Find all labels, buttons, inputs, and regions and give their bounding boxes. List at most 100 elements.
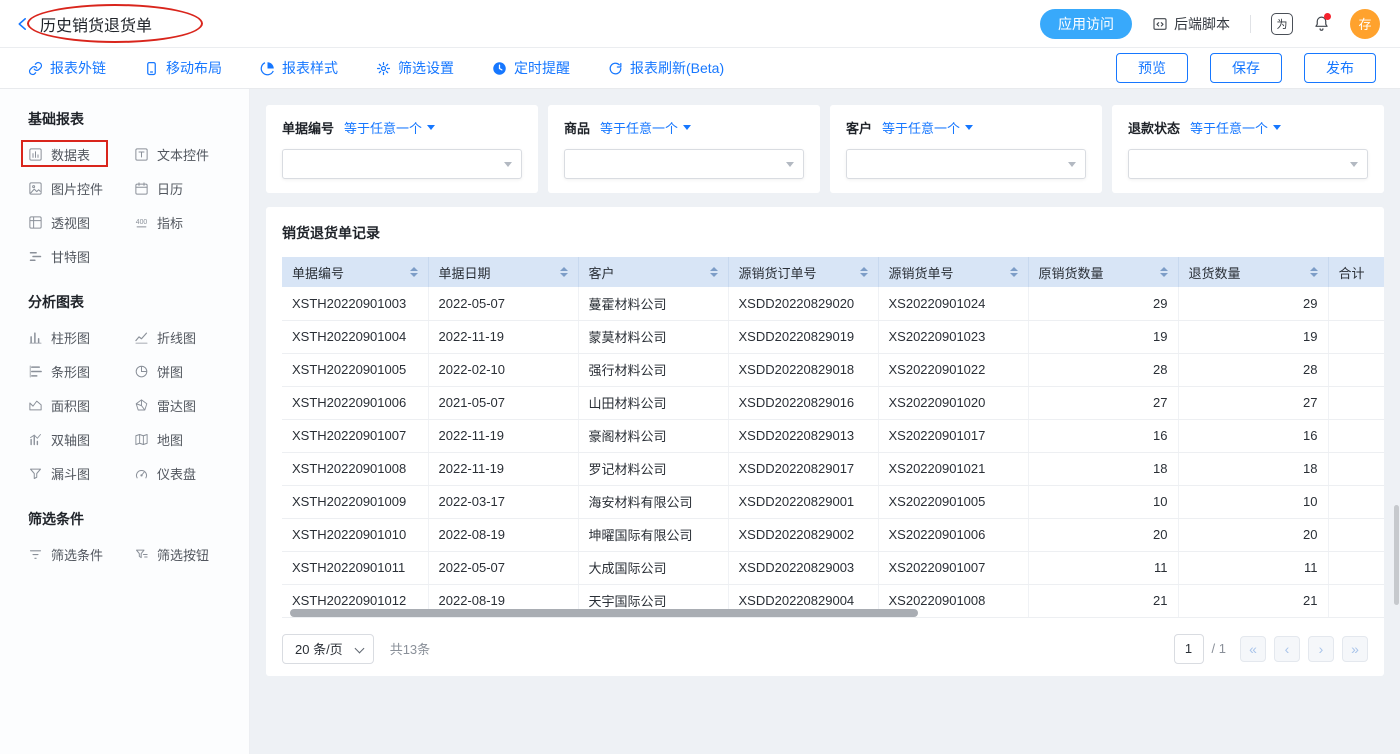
sidebar-item-label: 饼图 [157,362,183,381]
sidebar-item-data-table[interactable]: 数据表 [28,145,134,164]
table-cell: XSTH20220901009 [282,485,428,518]
sidebar-item-map[interactable]: 地图 [134,430,240,449]
sidebar-item-gantt[interactable]: 甘特图 [28,247,134,266]
table-cell: 18 [1028,452,1178,485]
sidebar-item-calendar[interactable]: 日历 [134,179,240,198]
filter-field-label: 单据编号 [282,118,334,137]
table-row[interactable]: XSTH202209010032022-05-07蔓霍材料公司XSDD20220… [282,287,1384,320]
chevron-left-icon [14,15,32,33]
sort-icon[interactable] [710,267,718,277]
sidebar-item-text-widget[interactable]: 文本控件 [134,145,240,164]
table-row[interactable]: XSTH202209010072022-11-19豪阁材料公司XSDD20220… [282,419,1384,452]
column-header-4[interactable]: 源销货单号 [878,257,1028,287]
script-icon [1152,16,1168,32]
table-cell: 19 [1028,320,1178,353]
filter-value-select[interactable] [282,149,522,179]
toolbar-item-mobile-layout[interactable]: 移动布局 [144,58,222,78]
prev-page-button[interactable]: ‹ [1274,636,1300,662]
sort-icon[interactable] [1010,267,1018,277]
sidebar-item-gauge[interactable]: 仪表盘 [134,464,240,483]
filter-value-select[interactable] [564,149,804,179]
table-row[interactable]: XSTH202209010112022-05-07大成国际公司XSDD20220… [282,551,1384,584]
back-button[interactable] [14,15,32,33]
table-row[interactable]: XSTH202209010062021-05-07山田材料公司XSDD20220… [282,386,1384,419]
column-header-7[interactable]: 合计 [1328,257,1384,287]
toolbar-item-scheduled-reminder[interactable]: 定时提醒 [492,58,570,78]
toolbar-item-report-refresh[interactable]: 报表刷新(Beta) [608,58,724,78]
sidebar-item-funnel-chart[interactable]: 漏斗图 [28,464,134,483]
filter-operator[interactable]: 等于任意一个 [600,118,691,137]
save-button[interactable]: 保存 [1210,53,1282,83]
toolbar-item-filter-settings[interactable]: 筛选设置 [376,58,454,78]
table-row[interactable]: XSTH202209010102022-08-19坤曜国际有限公司XSDD202… [282,518,1384,551]
sort-icon[interactable] [410,267,418,277]
column-header-5[interactable]: 原销货数量 [1028,257,1178,287]
sidebar-item-dual-axis-chart[interactable]: 双轴图 [28,430,134,449]
toolbar-item-report-style[interactable]: 报表样式 [260,58,338,78]
page-size-select[interactable]: 20 条/页 [282,634,374,664]
sidebar-item-label: 面积图 [51,396,90,415]
column-header-3[interactable]: 源销货订单号 [728,257,878,287]
table-row[interactable]: XSTH202209010052022-02-10强行材料公司XSDD20220… [282,353,1384,386]
sidebar-item-bar-chart[interactable]: 条形图 [28,362,134,381]
table-cell [1328,353,1384,386]
sort-icon[interactable] [1310,267,1318,277]
sort-icon[interactable] [860,267,868,277]
next-page-button[interactable]: › [1308,636,1334,662]
filter-value-select[interactable] [846,149,1086,179]
table-row[interactable]: XSTH202209010082022-11-19罗记材料公司XSDD20220… [282,452,1384,485]
backend-script-button[interactable]: 后端脚本 [1152,14,1230,34]
sidebar-item-pivot-table[interactable]: 透视图 [28,213,134,232]
last-page-button[interactable]: » [1342,636,1368,662]
table-cell: 20 [1178,518,1328,551]
filter-operator[interactable]: 等于任意一个 [882,118,973,137]
filter-operator[interactable]: 等于任意一个 [1190,118,1281,137]
preview-button[interactable]: 预览 [1116,53,1188,83]
toolbar-item-label: 报表样式 [282,58,338,78]
sidebar-item-column-chart[interactable]: 柱形图 [28,328,134,347]
sidebar-item-indicator[interactable]: 400 指标 [134,213,240,232]
filter-operator[interactable]: 等于任意一个 [344,118,435,137]
table-row[interactable]: XSTH202209010092022-03-17海安材料有限公司XSDD202… [282,485,1384,518]
publish-button[interactable]: 发布 [1304,53,1376,83]
sidebar-item-area-chart[interactable]: 面积图 [28,396,134,415]
avatar[interactable]: 存 [1350,9,1380,39]
column-header-6[interactable]: 退货数量 [1178,257,1328,287]
sidebar-item-radar-chart[interactable]: 雷达图 [134,396,240,415]
column-header-1[interactable]: 单据日期 [428,257,578,287]
sort-icon[interactable] [560,267,568,277]
sidebar-item-line-chart[interactable]: 折线图 [134,328,240,347]
current-page-box[interactable]: 1 [1174,634,1204,664]
table-cell: 2022-05-07 [428,287,578,320]
horizontal-scrollbar[interactable] [290,609,918,617]
first-page-button[interactable]: « [1240,636,1266,662]
sort-icon[interactable] [1160,267,1168,277]
notification-bell-button[interactable] [1313,15,1330,32]
filter-card-refund-status: 退款状态 等于任意一个 [1112,105,1384,193]
column-header-2[interactable]: 客户 [578,257,728,287]
table-cell: 29 [1178,287,1328,320]
toolbar-item-external-link[interactable]: 报表外链 [28,58,106,78]
pagination-controls: « ‹ › » [1240,636,1368,662]
data-table: 单据编号单据日期客户源销货订单号源销货单号原销货数量退货数量合计 XSTH202… [282,257,1384,618]
column-header-0[interactable]: 单据编号 [282,257,428,287]
sidebar-item-filter-button[interactable]: 筛选按钮 [134,545,240,564]
filter-value-select[interactable] [1128,149,1368,179]
sidebar-item-filter-condition[interactable]: 筛选条件 [28,545,134,564]
table-row[interactable]: XSTH202209010042022-11-19蒙莫材料公司XSDD20220… [282,320,1384,353]
table-cell: XS20220901005 [878,485,1028,518]
table-cell: 2022-02-10 [428,353,578,386]
language-icon[interactable]: 为 [1271,13,1293,35]
table-cell: XSDD20220829017 [728,452,878,485]
sidebar-item-pie-chart[interactable]: 饼图 [134,362,240,381]
table-cell [1328,452,1384,485]
table-cell: 29 [1028,287,1178,320]
sidebar-item-label: 条形图 [51,362,90,381]
table-cell: XS20220901007 [878,551,1028,584]
app-access-button[interactable]: 应用访问 [1040,9,1132,39]
table-cell: 16 [1028,419,1178,452]
filter-card-product: 商品 等于任意一个 [548,105,820,193]
toolbar-item-label: 报表刷新(Beta) [630,58,724,78]
sidebar-item-image-widget[interactable]: 图片控件 [28,179,134,198]
vertical-scrollbar[interactable] [1394,505,1399,605]
